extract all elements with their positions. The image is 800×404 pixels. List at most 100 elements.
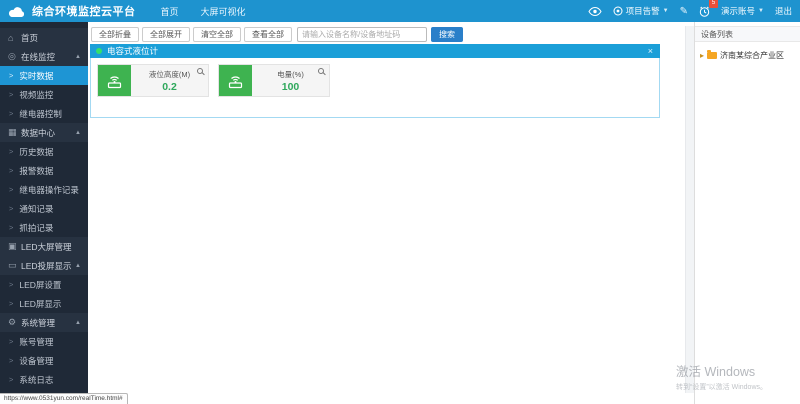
sensor-card[interactable]: 液位高度(M)0.2 — [97, 64, 209, 97]
main-content: 全部折叠全部展开清空全部查看全部 搜索 电容式液位计 × 液位高度(M)0.2电… — [88, 22, 694, 404]
chevron-right-icon: > — [9, 223, 13, 232]
sidebar-item-label: LED屏显示 — [19, 298, 61, 310]
sidebar-item-snapshot-log[interactable]: > 抓拍记录 — [0, 218, 88, 237]
sensor-label: 电量(%) — [277, 69, 304, 80]
sidebar-item-led-projection-display[interactable]: ▭LED投屏显示▲ — [0, 256, 88, 275]
nav-item-big-screen[interactable]: 大屏可视化 — [190, 5, 257, 18]
sensor-device-icon — [98, 65, 131, 96]
search-input[interactable] — [297, 27, 427, 42]
clear-all-button[interactable]: 清空全部 — [193, 27, 241, 42]
account-label: 演示账号 — [721, 5, 755, 17]
vertical-scrollbar[interactable] — [685, 26, 694, 393]
sidebar-item-led-screen-display[interactable]: > LED屏显示 — [0, 294, 88, 313]
sensor-card[interactable]: 电量(%)100 — [218, 64, 330, 97]
logout-button[interactable]: 退出 — [775, 5, 792, 17]
sidebar-item-label: 系统管理 — [21, 317, 55, 329]
tree-node-label: 济南某综合产业区 — [720, 50, 784, 61]
device-tree: ▸ 济南某综合产业区 — [695, 50, 800, 61]
chevron-right-icon: > — [9, 280, 13, 289]
top-nav: 首页大屏可视化 — [150, 0, 257, 22]
gear-icon: ⚙ — [8, 317, 21, 328]
sidebar-item-notification-log[interactable]: >通知记录 — [0, 199, 88, 218]
edit-pencil-icon[interactable]: ✎ — [680, 6, 688, 17]
sensor-label: 液位高度(M) — [149, 69, 190, 80]
sensor-value: 100 — [282, 81, 300, 93]
panel-title: 电容式液位计 — [107, 45, 158, 57]
chevron-right-icon: > — [9, 90, 13, 99]
screen-icon: ▭ — [8, 260, 21, 271]
chevron-right-icon: > — [9, 185, 13, 194]
chevron-right-icon: > — [9, 337, 13, 346]
collapse-all-button[interactable]: 全部折叠 — [91, 27, 139, 42]
sidebar-item-label: 继电器操作记录 — [19, 184, 79, 196]
sidebar-item-label: 账号管理 — [19, 336, 53, 348]
chevron-right-icon: > — [9, 71, 13, 80]
sidebar-item-label: 在线监控 — [21, 51, 55, 63]
caret-up-icon: ▲ — [75, 263, 81, 269]
sensor-device-icon — [219, 65, 252, 96]
chevron-right-icon: > — [9, 356, 13, 365]
sidebar-item-video-monitoring[interactable]: >视频监控 — [0, 85, 88, 104]
chevron-right-icon: > — [9, 147, 13, 156]
sidebar-item-alarm-data[interactable]: > 报警数据 — [0, 161, 88, 180]
close-icon[interactable]: × — [648, 44, 653, 58]
sidebar: ⌂首页◎在线监控▲>实时数据>视频监控>继电器控制▦数据中心▲>历史数据>报警数… — [0, 22, 88, 404]
sidebar-item-system-management[interactable]: ⚙系统管理 ▲ — [0, 313, 88, 332]
app-root: 综合环境监控云平台 首页大屏可视化 项目告警 ▼ ✎ 5 演示账号 ▼ 退出 — [0, 0, 800, 404]
magnifier-icon[interactable] — [197, 68, 203, 74]
panel-body: 液位高度(M)0.2 电量(%)100 — [90, 58, 660, 118]
sidebar-item-relay-control[interactable]: >继电器控制 — [0, 104, 88, 123]
sidebar-item-label: LED屏设置 — [19, 279, 61, 291]
nav-item-home[interactable]: 首页 — [150, 5, 190, 18]
sidebar-item-system-log[interactable]: > 系统日志 — [0, 370, 88, 389]
alarm-clock-button[interactable]: 5 — [699, 6, 710, 17]
sidebar-item-label: 首页 — [21, 32, 38, 44]
sidebar-item-account-management[interactable]: > 账号管理 — [0, 332, 88, 351]
chevron-right-icon: > — [9, 166, 13, 175]
sidebar-item-relay-operation-log[interactable]: > 继电器操作记录 — [0, 180, 88, 199]
sidebar-item-label: 系统日志 — [19, 374, 53, 386]
globe-icon — [613, 6, 623, 16]
sidebar-item-label: 通知记录 — [19, 203, 53, 215]
sidebar-item-led-screen-settings[interactable]: > LED屏设置 — [0, 275, 88, 294]
sidebar-item-label: LED大屏管理 — [21, 241, 72, 253]
cloud-logo-icon — [8, 5, 26, 18]
project-alarm-label: 项目告警 — [626, 5, 660, 17]
panel-header: 电容式液位计 × — [90, 44, 660, 58]
sidebar-item-realtime-data[interactable]: >实时数据 — [0, 66, 88, 85]
sidebar-item-history-data[interactable]: >历史数据 — [0, 142, 88, 161]
chevron-right-icon: > — [9, 299, 13, 308]
magnifier-icon[interactable] — [318, 68, 324, 74]
caret-up-icon: ▲ — [75, 320, 81, 326]
account-dropdown[interactable]: 演示账号 ▼ — [721, 5, 764, 17]
top-header: 综合环境监控云平台 首页大屏可视化 项目告警 ▼ ✎ 5 演示账号 ▼ 退出 — [0, 0, 800, 22]
view-all-button[interactable]: 查看全部 — [244, 27, 292, 42]
data-icon: ▦ — [8, 127, 21, 138]
tree-node-jinan-industrial-zone[interactable]: ▸ 济南某综合产业区 — [695, 50, 800, 61]
chevron-down-icon: ▼ — [758, 8, 764, 14]
device-data-panel: 电容式液位计 × 液位高度(M)0.2 电量(%)100 — [90, 44, 660, 118]
eye-icon[interactable] — [588, 7, 602, 16]
sidebar-item-label: 报警数据 — [19, 165, 53, 177]
project-alarm-dropdown[interactable]: 项目告警 ▼ — [613, 5, 669, 17]
sidebar-item-online-monitoring[interactable]: ◎在线监控 ▲ — [0, 47, 88, 66]
sidebar-item-data-center[interactable]: ▦数据中心▲ — [0, 123, 88, 142]
device-list-panel: 设备列表 ▸济南某综合产业区 — [695, 22, 800, 404]
status-url-tooltip: https://www.0531yun.com/realTime.html# — [0, 393, 128, 404]
sensor-value: 0.2 — [162, 81, 177, 93]
sidebar-item-label: 抓拍记录 — [19, 222, 53, 234]
caret-up-icon: ▲ — [75, 54, 81, 60]
monitor-icon: ◎ — [8, 51, 21, 62]
sidebar-item-label: 继电器控制 — [19, 108, 62, 120]
expand-all-button[interactable]: 全部展开 — [142, 27, 190, 42]
tree-expand-icon[interactable]: ▸ — [700, 52, 704, 60]
chevron-right-icon: > — [9, 375, 13, 384]
sidebar-item-led-screen-management[interactable]: ▣LED大屏管理 — [0, 237, 88, 256]
folder-icon — [707, 52, 717, 59]
online-status-dot — [96, 48, 102, 54]
sidebar-item-device-management[interactable]: >设备管理 — [0, 351, 88, 370]
led-icon: ▣ — [8, 241, 21, 252]
sidebar-item-home[interactable]: ⌂首页 — [0, 28, 88, 47]
toolbar: 全部折叠全部展开清空全部查看全部 搜索 — [91, 27, 463, 42]
search-button[interactable]: 搜索 — [431, 27, 463, 42]
